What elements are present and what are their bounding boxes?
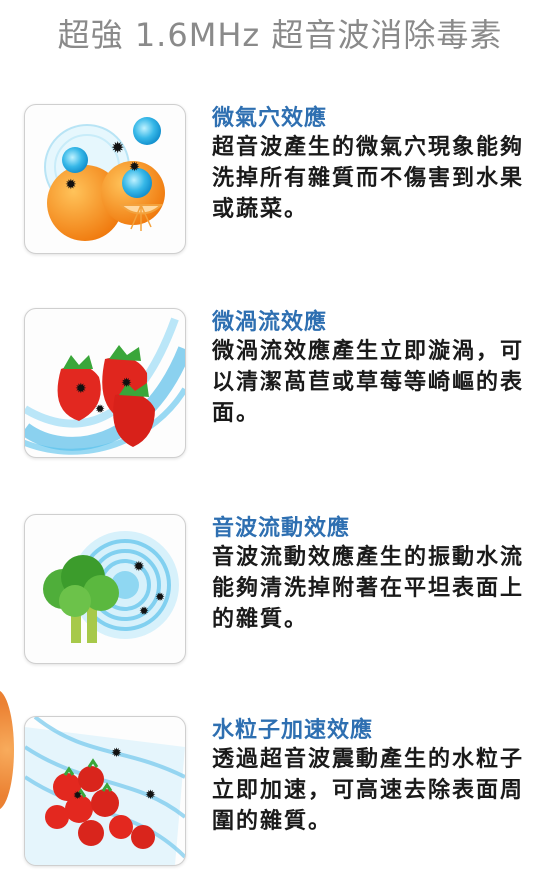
feature-heading: 音波流動效應 bbox=[212, 515, 351, 541]
page-title: 超強 1.6MHz 超音波消除毒素 bbox=[57, 16, 503, 54]
svg-text:✹: ✹ bbox=[145, 788, 156, 803]
svg-text:✹: ✹ bbox=[75, 381, 87, 397]
svg-text:✹: ✹ bbox=[155, 590, 165, 604]
svg-text:✹: ✹ bbox=[121, 376, 132, 391]
feature-description: 微渦流效應產生立即漩渦，可以清潔萵苣或草莓等崎嶇的表面。 bbox=[212, 338, 525, 426]
svg-text:✹: ✹ bbox=[111, 138, 124, 157]
svg-text:✹: ✹ bbox=[95, 402, 105, 416]
feature-item-acoustic-streaming: ✹ ✹ ✹ 音波流動效應 音波流動效應產生的振動水流能夠清洗掉附著在平坦表面上的… bbox=[0, 514, 560, 684]
broccoli-soundwave-icon: ✹ ✹ ✹ bbox=[24, 514, 186, 664]
feature-heading: 微渦流效應 bbox=[212, 309, 328, 335]
svg-text:✹: ✹ bbox=[139, 604, 149, 618]
svg-text:✹: ✹ bbox=[133, 559, 145, 575]
feature-description: 透過超音波震動產生的水粒子立即加速，可高速去除表面周圍的雜質。 bbox=[212, 746, 525, 834]
strawberries-vortex-icon: ✹ ✹ ✹ bbox=[24, 308, 186, 458]
svg-text:✹: ✹ bbox=[111, 746, 122, 761]
feature-item-cavitation: ✹ ✹ ✹ 微氣穴效應 超音波產生的微氣穴現象能夠洗掉所有雜質而不傷害到水果或蔬… bbox=[0, 104, 560, 274]
svg-text:✹: ✹ bbox=[65, 177, 77, 193]
svg-text:✹: ✹ bbox=[129, 160, 140, 175]
feature-heading: 水粒子加速效應 bbox=[212, 717, 374, 743]
feature-description: 音波流動效應產生的振動水流能夠清洗掉附著在平坦表面上的雜質。 bbox=[212, 544, 525, 632]
feature-item-particle-acceleration: ✹ ✹ ✹ 水粒子加速效應 透過超音波震動產生的水粒子立即加速，可高速去除表面周… bbox=[0, 716, 560, 886]
oranges-bubbles-icon: ✹ ✹ ✹ bbox=[24, 104, 186, 254]
feature-item-micro-vortex: ✹ ✹ ✹ 微渦流效應 微渦流效應產生立即漩渦，可以清潔萵苣或草莓等崎嶇的表面。 bbox=[0, 308, 560, 478]
feature-description: 超音波產生的微氣穴現象能夠洗掉所有雜質而不傷害到水果或蔬菜。 bbox=[212, 134, 525, 222]
svg-text:✹: ✹ bbox=[73, 789, 82, 802]
feature-heading: 微氣穴效應 bbox=[212, 105, 328, 131]
tomatoes-water-icon: ✹ ✹ ✹ bbox=[24, 716, 186, 866]
